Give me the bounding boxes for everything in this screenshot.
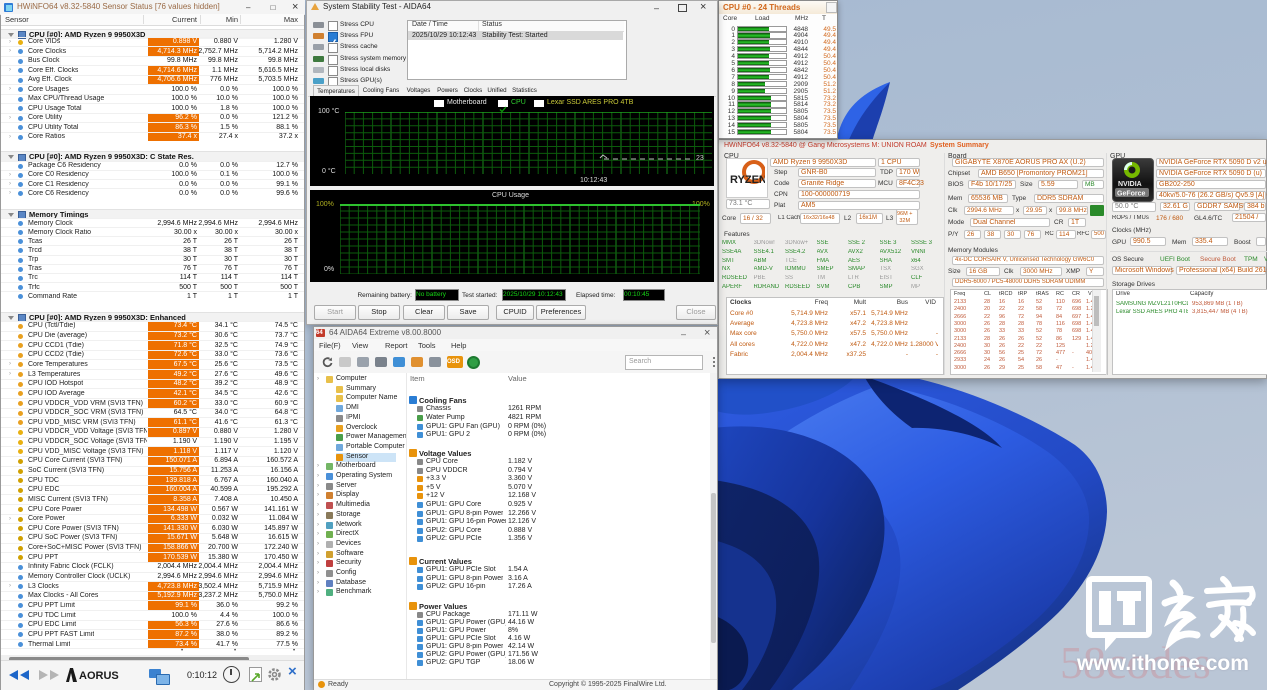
svg-text:NVIDIA: NVIDIA	[1118, 181, 1142, 188]
svg-text:RYZEN: RYZEN	[730, 174, 765, 186]
svg-text:GeForce: GeForce	[1117, 191, 1146, 198]
